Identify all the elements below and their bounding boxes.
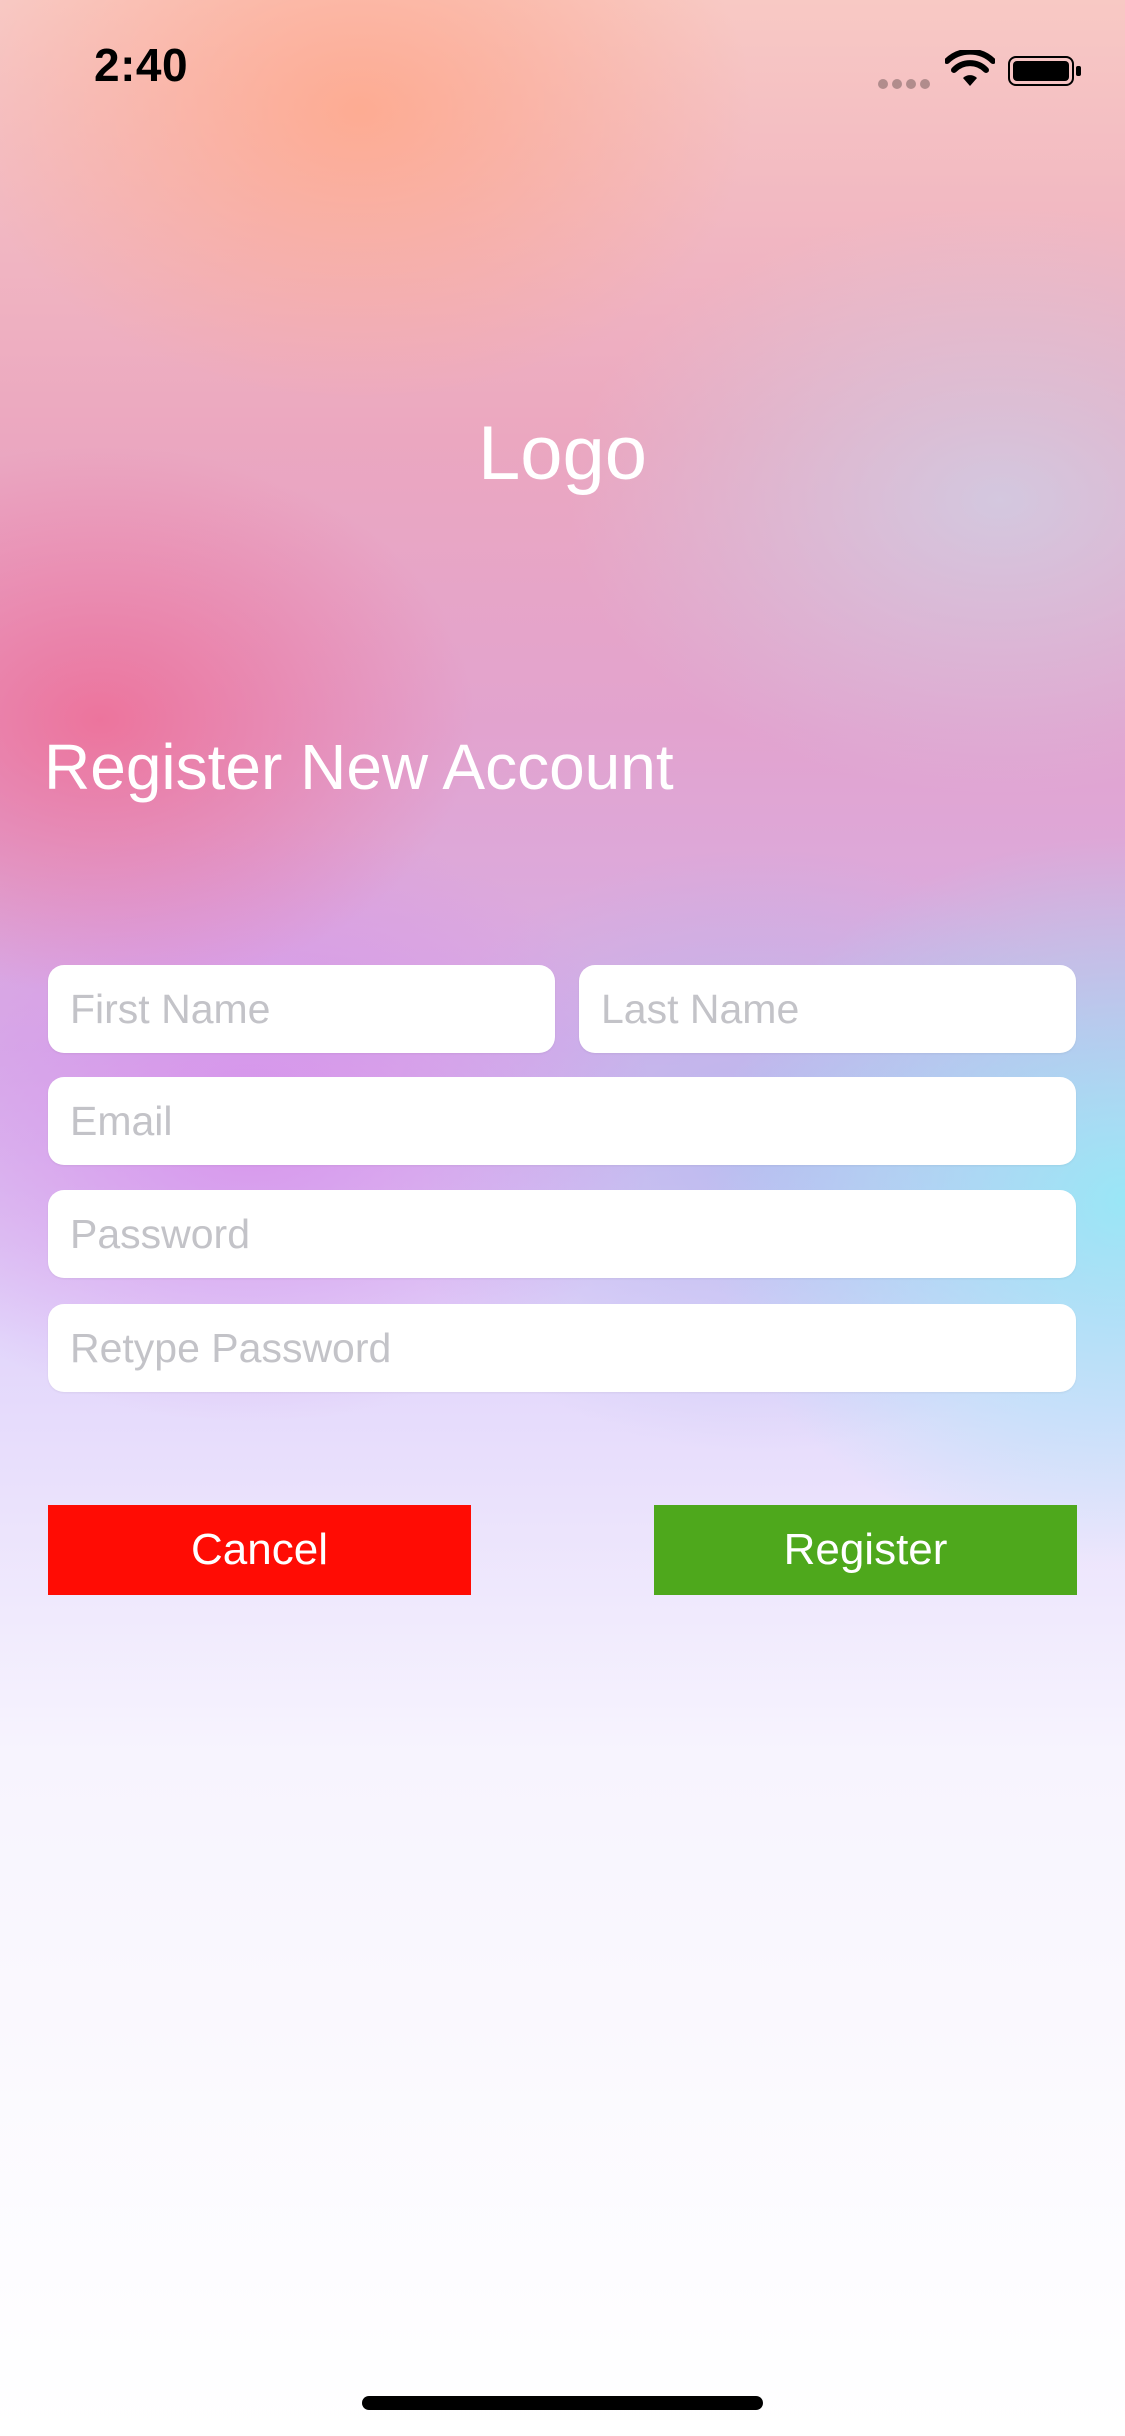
- register-button[interactable]: Register: [654, 1505, 1077, 1595]
- retype-password-field[interactable]: [48, 1304, 1076, 1392]
- wifi-icon: [945, 50, 995, 86]
- signal-dots-icon: [878, 76, 934, 89]
- status-bar: 2:40: [0, 0, 1125, 132]
- cancel-button[interactable]: Cancel: [48, 1505, 471, 1595]
- last-name-field[interactable]: [579, 965, 1076, 1053]
- first-name-field[interactable]: [48, 965, 555, 1053]
- battery-icon: [1008, 56, 1081, 86]
- logo: Logo: [477, 411, 648, 496]
- page-title: Register New Account: [44, 731, 674, 803]
- email-field[interactable]: [48, 1077, 1076, 1165]
- register-screen: 2:40 Logo Register New Account Cancel Re…: [0, 0, 1125, 2436]
- status-time: 2:40: [94, 39, 189, 91]
- home-indicator[interactable]: [362, 2396, 763, 2410]
- password-field[interactable]: [48, 1190, 1076, 1278]
